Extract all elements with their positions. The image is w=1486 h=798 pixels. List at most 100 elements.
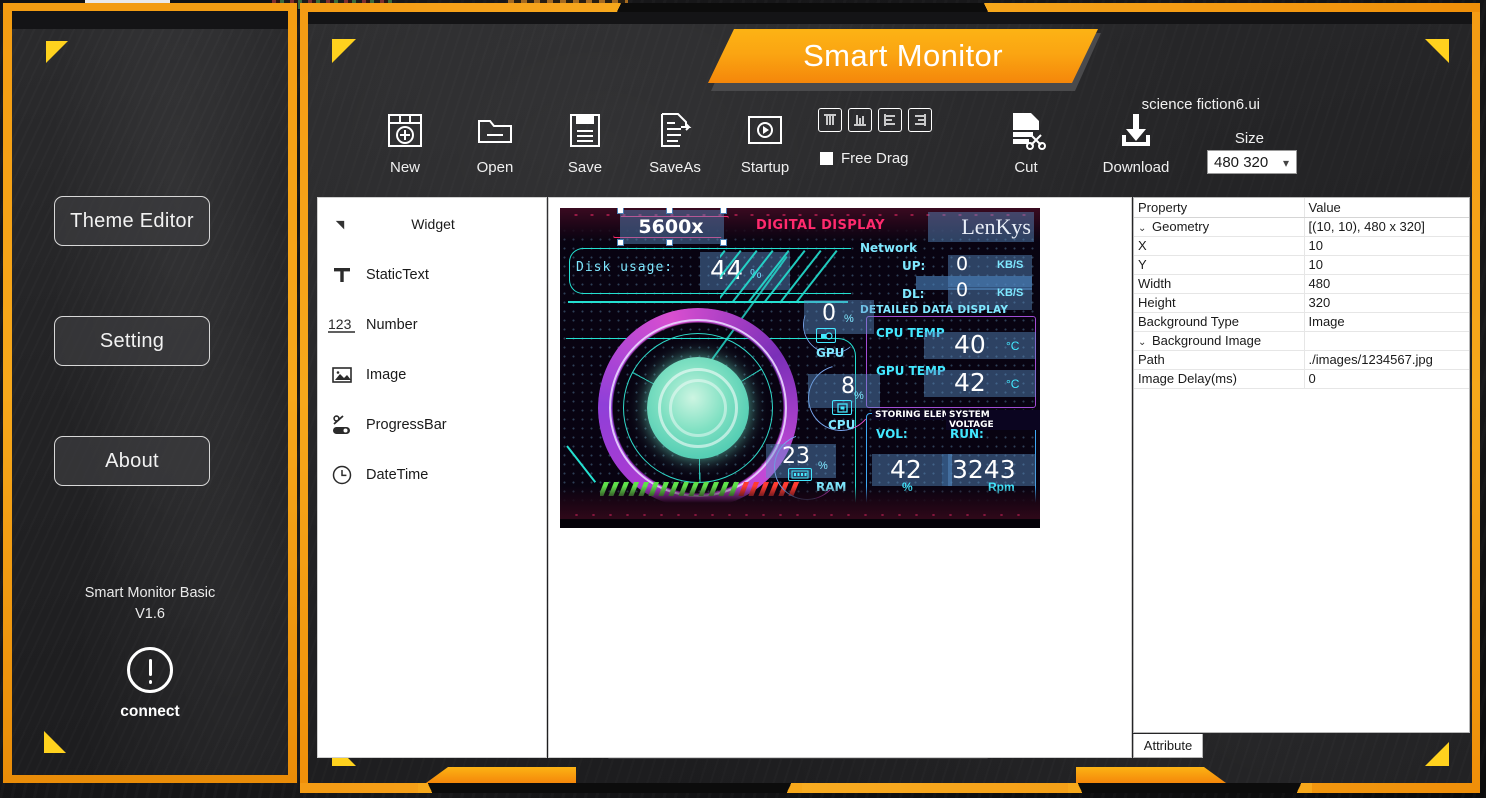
launcher-panel-inner: Theme Editor Setting About Smart Monitor…	[12, 11, 288, 775]
open-button[interactable]: Open	[452, 104, 538, 176]
app-root: GAME ✕ Theme Editor Setting About Smart …	[0, 0, 1486, 798]
property-name: Geometry	[1152, 219, 1210, 234]
network-dl-value[interactable]: 0	[956, 279, 968, 301]
fan-dial-graphic	[598, 308, 798, 508]
save-button[interactable]: Save	[542, 104, 628, 176]
widget-label-image: Image	[366, 367, 407, 383]
widget-panel: ◥ Widget StaticText 123 Number Image Pro…	[317, 197, 547, 758]
chevron-down-icon[interactable]: ⌄	[1138, 223, 1152, 234]
open-folder-icon	[452, 104, 538, 156]
property-column-header: Property	[1134, 198, 1305, 218]
download-label: Download	[1102, 159, 1170, 176]
cpu-gauge-label: CPU	[828, 418, 856, 432]
resize-handle-n[interactable]	[666, 208, 673, 214]
gpu-gauge-label: GPU	[816, 346, 845, 360]
new-button[interactable]: New	[362, 104, 448, 176]
tab-bar: Attribute	[1133, 734, 1470, 758]
widget-item-image[interactable]: Image	[318, 350, 546, 400]
ram-gauge-value[interactable]: 23	[782, 444, 810, 469]
corner-triangle-top-left-icon	[332, 39, 356, 63]
gpu-temp-value[interactable]: 42	[954, 368, 986, 397]
widget-item-datetime[interactable]: DateTime	[318, 450, 546, 500]
canvas-bottom-dots	[568, 512, 1032, 516]
cpu-gauge-value[interactable]: 8	[841, 374, 855, 399]
widget-item-number[interactable]: 123 Number	[318, 300, 546, 350]
align-button-group	[818, 108, 932, 132]
align-top-icon[interactable]	[818, 108, 842, 132]
canvas-bottom-bar	[560, 519, 1040, 528]
about-label: About	[105, 449, 159, 472]
bottom-wing-right	[1076, 767, 1226, 783]
size-select[interactable]: 480 320 ▾	[1207, 150, 1297, 174]
property-value[interactable]: 480	[1304, 274, 1469, 294]
version-info: Smart Monitor Basic V1.6	[12, 583, 288, 625]
cut-scissors-icon	[983, 104, 1069, 156]
connect-label: connect	[120, 703, 180, 720]
cpu-temp-unit: °C	[1006, 339, 1020, 353]
table-row: Height 320	[1134, 293, 1469, 313]
resize-handle-s[interactable]	[666, 239, 673, 246]
property-value[interactable]: [(10, 10), 480 x 320]	[1304, 217, 1469, 237]
network-up-value[interactable]: 0	[956, 253, 968, 275]
theme-editor-button[interactable]: Theme Editor	[54, 196, 210, 246]
save-as-icon	[632, 104, 718, 156]
widget-panel-header[interactable]: ◥ Widget	[318, 198, 546, 250]
property-name: Y	[1134, 255, 1305, 275]
ram-stick-icon	[788, 468, 812, 481]
save-as-button[interactable]: SaveAs	[632, 104, 718, 176]
setting-button[interactable]: Setting	[54, 316, 210, 366]
property-table: Property Value ⌄ Geometry [(10, 10), 480 …	[1134, 198, 1469, 389]
exclamation-circle-icon	[127, 647, 173, 693]
resize-handle-sw[interactable]	[617, 239, 624, 246]
triangle-collapse-icon[interactable]: ◥	[318, 218, 362, 231]
gpu-gauge-unit: %	[844, 313, 854, 325]
property-value[interactable]: 320	[1304, 293, 1469, 313]
open-label: Open	[476, 159, 514, 176]
property-value[interactable]: Image	[1304, 312, 1469, 332]
brand-label[interactable]: LenKys	[961, 214, 1031, 240]
disk-usage-label: Disk usage:	[576, 260, 674, 275]
main-titlebar	[308, 12, 1472, 24]
gpu-gauge-value[interactable]: 0	[822, 301, 836, 326]
property-value[interactable]: 10	[1304, 236, 1469, 256]
property-panel[interactable]: Property Value ⌄ Geometry [(10, 10), 480 …	[1133, 197, 1470, 733]
table-row: Y 10	[1134, 255, 1469, 275]
free-drag-checkbox[interactable]: Free Drag	[820, 150, 909, 167]
widget-item-progressbar[interactable]: ProgressBar	[318, 400, 546, 450]
corner-triangle-bottom-left-icon	[44, 731, 66, 753]
download-button[interactable]: Download	[1093, 104, 1179, 176]
cpu-temp-value[interactable]: 40	[954, 330, 986, 359]
align-right-icon[interactable]	[908, 108, 932, 132]
gpu-temp-unit: °C	[1006, 377, 1020, 391]
design-canvas[interactable]: 5600x DIGITAL DISPLAY LenKys Disk usage:	[560, 208, 1040, 528]
property-value[interactable]: 0	[1304, 369, 1469, 389]
widget-item-statictext[interactable]: StaticText	[318, 250, 546, 300]
header-title-widget[interactable]: 5600x	[632, 216, 710, 238]
vol-label: VOL:	[876, 427, 908, 441]
network-up-label: UP:	[902, 259, 926, 273]
property-value[interactable]: 10	[1304, 255, 1469, 275]
widget-label-number: Number	[366, 317, 418, 333]
value-column-header: Value	[1304, 198, 1469, 218]
cpu-chip-icon	[832, 400, 852, 415]
table-row: Image Delay(ms) 0	[1134, 369, 1469, 389]
svg-text:123: 123	[328, 316, 352, 332]
connect-button[interactable]: connect	[12, 647, 288, 721]
chevron-down-icon: ▾	[1282, 156, 1289, 170]
cut-button[interactable]: Cut	[983, 104, 1069, 176]
chevron-down-icon[interactable]: ⌄	[1138, 337, 1152, 348]
canvas-host[interactable]: 5600x DIGITAL DISPLAY LenKys Disk usage:	[548, 197, 1132, 758]
resize-handle-se[interactable]	[720, 239, 727, 246]
diagonal-hatch-decoration	[720, 250, 870, 302]
resize-handle-nw[interactable]	[617, 208, 624, 214]
property-value[interactable]	[1304, 331, 1469, 351]
align-bottom-icon[interactable]	[848, 108, 872, 132]
property-value[interactable]: ./images/1234567.jpg	[1304, 350, 1469, 370]
tab-attribute[interactable]: Attribute	[1133, 734, 1203, 758]
resize-handle-ne[interactable]	[720, 208, 727, 214]
align-left-icon[interactable]	[878, 108, 902, 132]
about-button[interactable]: About	[54, 436, 210, 486]
property-name: Height	[1134, 293, 1305, 313]
size-select-value: 480 320	[1214, 153, 1269, 171]
startup-button[interactable]: Startup	[722, 104, 808, 176]
